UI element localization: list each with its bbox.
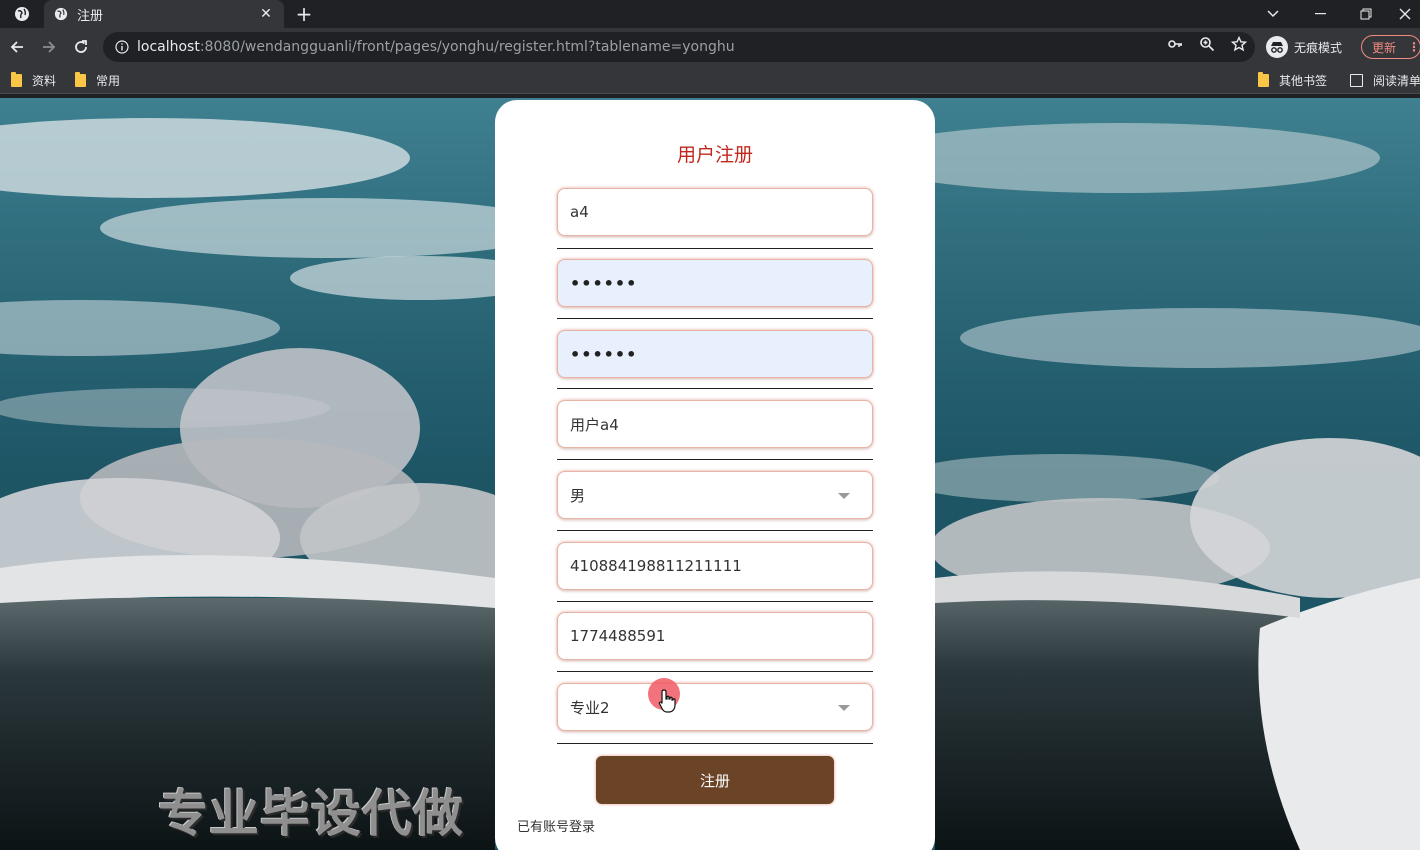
divider: [557, 601, 873, 602]
account-input[interactable]: a4: [557, 188, 873, 236]
other-bookmarks[interactable]: 其他书签: [1258, 71, 1328, 88]
browser-toolbar: localhost:8080/wendangguanli/front/pages…: [0, 28, 1420, 66]
zoom-icon[interactable]: [1199, 36, 1215, 52]
divider: [557, 388, 873, 389]
register-card: 用户注册 a4 •••••• •••••• 用户a4 男 41088419881…: [495, 100, 935, 850]
minimize-icon[interactable]: [1297, 0, 1343, 28]
globe-icon: [54, 7, 68, 21]
folder-icon: [11, 71, 22, 87]
update-label: 更新: [1372, 40, 1397, 55]
tab-title: 注册: [77, 8, 104, 24]
close-tab-icon[interactable]: ✕: [258, 6, 274, 22]
bookmark-folder-ziliao[interactable]: 资料: [11, 71, 57, 88]
register-button[interactable]: 注册: [596, 756, 834, 804]
password-value: ••••••: [570, 273, 638, 293]
divider: [557, 530, 873, 531]
more-icon[interactable]: ⋮: [1408, 40, 1420, 54]
divider: [557, 671, 873, 672]
restore-icon[interactable]: [1343, 0, 1389, 28]
incognito-indicator[interactable]: 无痕模式: [1266, 33, 1342, 61]
tab-search-icon[interactable]: [1250, 0, 1296, 28]
major-select[interactable]: 专业2: [557, 683, 873, 731]
globe-icon[interactable]: [0, 0, 44, 28]
info-icon[interactable]: [115, 40, 129, 54]
bookmarks-bar: 资料 常用 其他书签 阅读清单: [0, 66, 1420, 94]
incognito-icon: [1266, 36, 1288, 58]
browser-tab[interactable]: 注册 ✕: [44, 0, 284, 28]
phone-input[interactable]: 1774488591: [557, 612, 873, 660]
divider: [557, 459, 873, 460]
reading-list[interactable]: 阅读清单: [1350, 72, 1420, 88]
close-window-icon[interactable]: [1389, 0, 1420, 28]
chevron-down-icon: [838, 705, 850, 711]
gender-value: 男: [570, 486, 586, 505]
gender-select[interactable]: 男: [557, 471, 873, 519]
new-tab-icon[interactable]: +: [292, 2, 316, 26]
divider: [557, 743, 873, 744]
address-bar[interactable]: localhost:8080/wendangguanli/front/pages…: [103, 32, 1255, 62]
phone-value: 1774488591: [570, 627, 666, 645]
url-text: localhost:8080/wendangguanli/front/pages…: [137, 39, 735, 55]
folder-icon: [75, 71, 86, 87]
reload-icon[interactable]: [69, 35, 93, 59]
chevron-down-icon: [838, 493, 850, 499]
password-input[interactable]: ••••••: [557, 259, 873, 307]
account-value: a4: [570, 203, 589, 221]
update-button[interactable]: 更新 ⋮: [1361, 35, 1420, 59]
confirm-password-value: ••••••: [570, 344, 638, 364]
folder-icon: [1258, 71, 1269, 87]
confirm-password-input[interactable]: ••••••: [557, 330, 873, 378]
key-icon[interactable]: [1167, 36, 1183, 52]
name-input[interactable]: 用户a4: [557, 400, 873, 448]
forward-icon[interactable]: [37, 35, 61, 59]
star-icon[interactable]: [1231, 36, 1247, 52]
page-title: 用户注册: [676, 144, 753, 166]
watermark-text: 专业毕设代做: [158, 785, 464, 843]
login-link[interactable]: 已有账号登录: [517, 816, 595, 835]
other-bookmarks-label: 其他书签: [1279, 73, 1328, 88]
reading-list-icon: [1350, 73, 1363, 87]
id-card-input[interactable]: 410884198811211111: [557, 542, 873, 590]
bookmark-folder-changyong[interactable]: 常用: [75, 71, 121, 88]
major-value: 专业2: [570, 698, 610, 717]
hand-cursor-icon: [658, 689, 676, 713]
divider: [557, 318, 873, 319]
back-icon[interactable]: [5, 35, 29, 59]
tab-bar: 注册 ✕ +: [0, 0, 1420, 28]
incognito-label: 无痕模式: [1294, 40, 1343, 55]
bookmark-label: 资料: [32, 73, 57, 88]
divider: [557, 248, 873, 249]
page-viewport: 专业毕设代做 用户注册 a4 •••••• •••••• 用户a4 男 4108…: [0, 98, 1420, 850]
bookmark-label: 常用: [96, 73, 121, 88]
id-card-value: 410884198811211111: [570, 557, 742, 575]
reading-list-label: 阅读清单: [1373, 73, 1420, 88]
name-value: 用户a4: [570, 415, 619, 434]
